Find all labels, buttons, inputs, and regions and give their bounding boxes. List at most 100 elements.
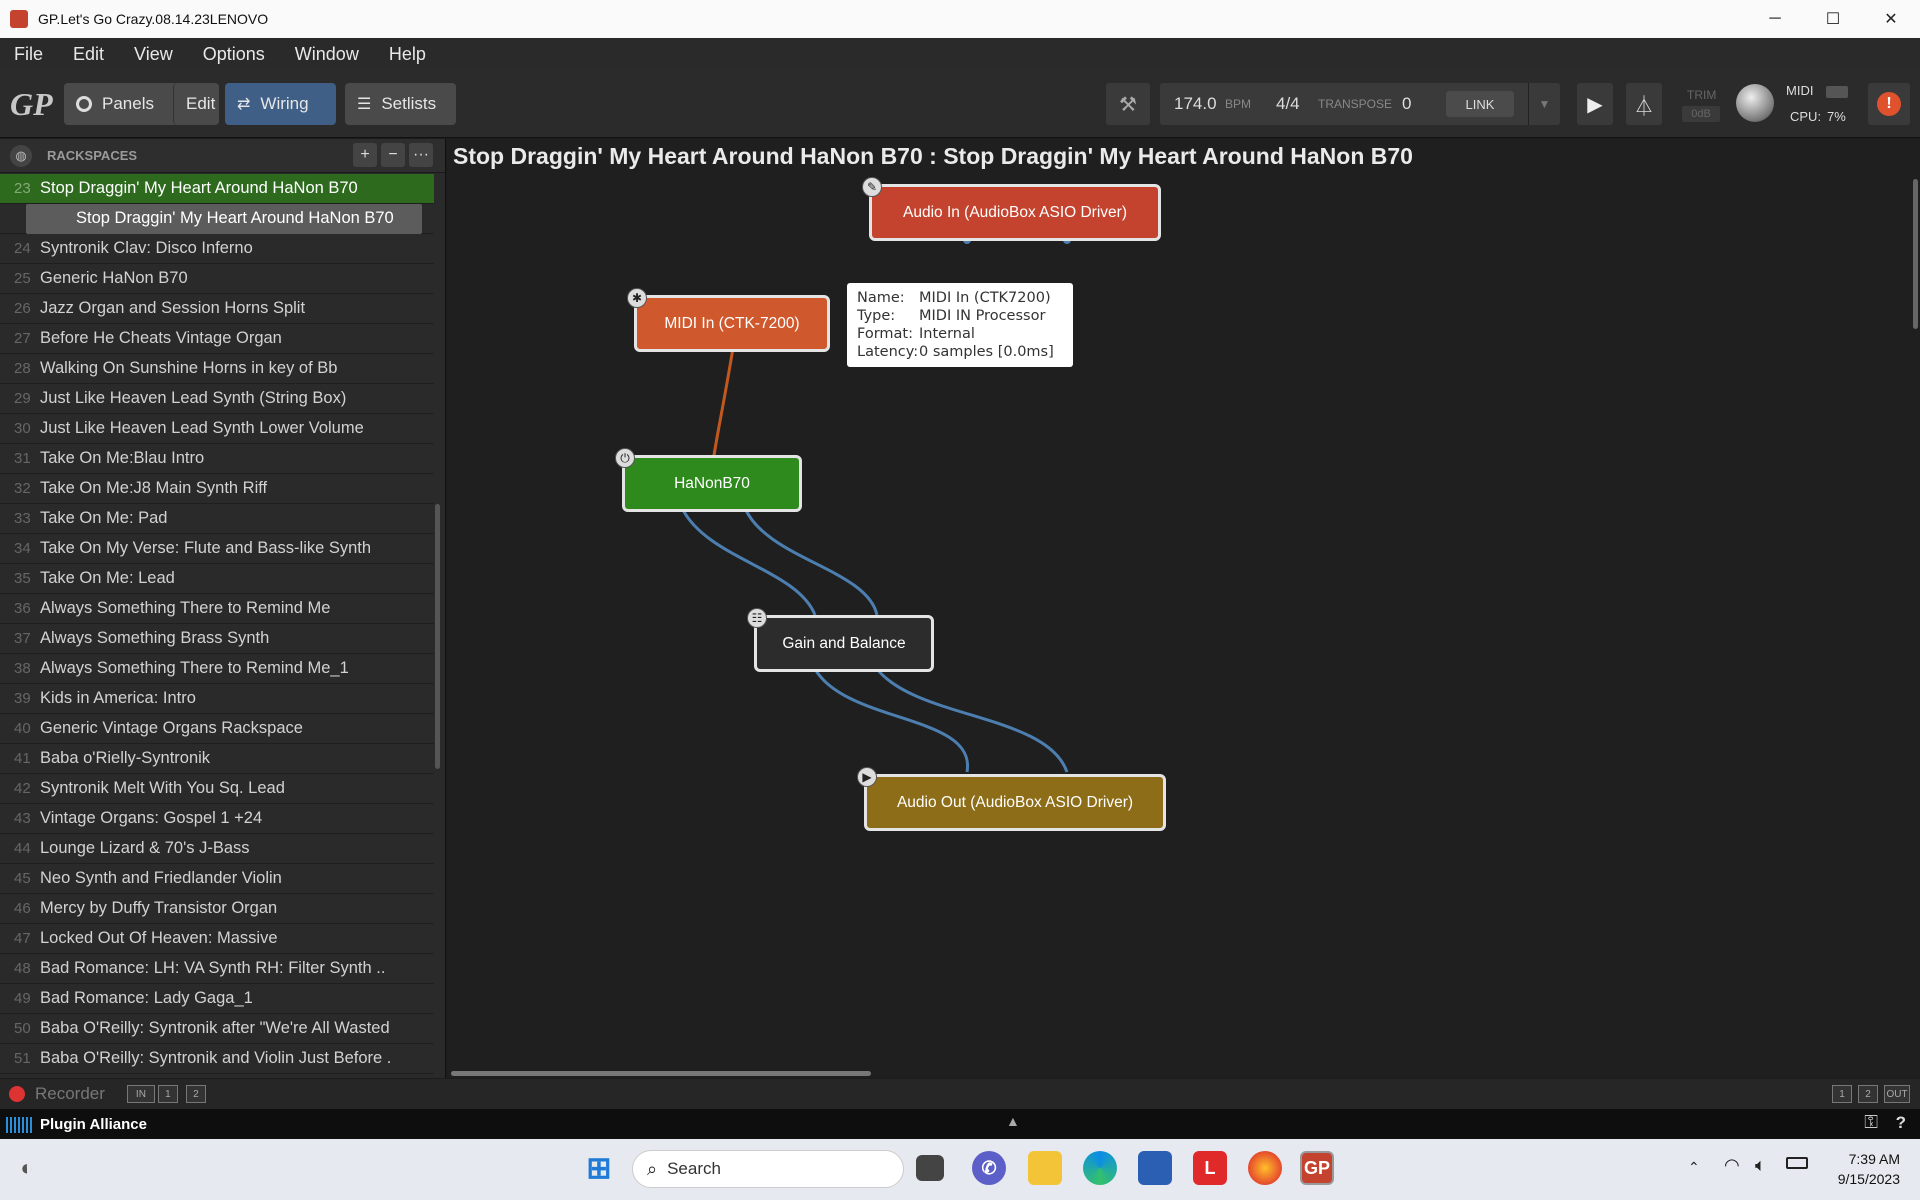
- gigperformer-logo[interactable]: GP: [8, 82, 54, 124]
- wiring-button[interactable]: ⇄ Wiring: [225, 83, 336, 125]
- rackspace-item[interactable]: 47 Locked Out Of Heaven: Massive: [0, 924, 434, 954]
- widgets-icon[interactable]: ◐: [10, 1151, 44, 1185]
- menu-edit[interactable]: Edit: [73, 44, 104, 65]
- rackspace-number: 51: [14, 1050, 31, 1067]
- rackspace-item[interactable]: 38 Always Something There to Remind Me_1: [0, 654, 434, 684]
- midi-in-node[interactable]: ✱ MIDI In (CTK-7200): [627, 288, 830, 352]
- rackspace-item[interactable]: 34 Take On My Verse: Flute and Bass-like …: [0, 534, 434, 564]
- plugin-alliance-logo[interactable]: Plugin Alliance: [6, 1116, 147, 1133]
- taskbar-clock[interactable]: 7:39 AM 9/15/2023: [1838, 1149, 1900, 1189]
- battery-icon[interactable]: [1786, 1157, 1808, 1169]
- menu-file[interactable]: File: [14, 44, 43, 65]
- warning-button[interactable]: !: [1868, 83, 1910, 125]
- mixer-icon[interactable]: ☷: [747, 608, 767, 628]
- output-channel-2[interactable]: 2: [1858, 1085, 1878, 1103]
- chevron-up-tray-icon[interactable]: ⌃: [1688, 1159, 1700, 1176]
- rackspace-item[interactable]: 40 Generic Vintage Organs Rackspace: [0, 714, 434, 744]
- rackspace-item[interactable]: 26 Jazz Organ and Session Horns Split: [0, 294, 434, 324]
- record-icon[interactable]: [9, 1086, 25, 1102]
- vertical-scrollbar[interactable]: [1913, 179, 1918, 329]
- horizontal-scrollbar[interactable]: [451, 1071, 871, 1076]
- input-channel-2[interactable]: 2: [185, 1085, 206, 1103]
- link-dropdown[interactable]: ▼: [1528, 83, 1560, 125]
- rackspace-item[interactable]: 41 Baba o'Rielly-Syntronik: [0, 744, 434, 774]
- menu-options[interactable]: Options: [203, 44, 265, 65]
- time-signature[interactable]: 4/4: [1276, 94, 1300, 114]
- taskbar-search-box[interactable]: ⌕ Search: [632, 1150, 904, 1188]
- rackspace-item[interactable]: 25 Generic HaNon B70: [0, 264, 434, 294]
- menu-window[interactable]: Window: [295, 44, 359, 65]
- edit-button[interactable]: Edit: [173, 83, 219, 125]
- chat-icon[interactable]: ✆: [972, 1151, 1006, 1185]
- key-icon[interactable]: ⚿: [1864, 1112, 1878, 1133]
- rackspace-item-selected[interactable]: 23 Stop Draggin' My Heart Around HaNon B…: [0, 174, 434, 204]
- master-volume-knob[interactable]: [1736, 84, 1774, 122]
- rackspace-number: 45: [14, 870, 31, 887]
- play-button[interactable]: ▶: [1577, 83, 1613, 125]
- speaker-icon[interactable]: ▶: [857, 767, 877, 787]
- input-channel-1[interactable]: 1: [157, 1085, 178, 1103]
- gigperformer-taskbar-icon[interactable]: GP: [1300, 1151, 1334, 1185]
- rackspace-item[interactable]: 39 Kids in America: Intro: [0, 684, 434, 714]
- setlists-button[interactable]: ☰ Setlists: [345, 83, 456, 125]
- rackspace-item[interactable]: 30 Just Like Heaven Lead Synth Lower Volu…: [0, 414, 434, 444]
- file-explorer-icon[interactable]: [1028, 1151, 1062, 1185]
- pencil-icon[interactable]: ✎: [862, 177, 882, 197]
- rackspace-item[interactable]: 50 Baba O'Reilly: Syntronik after "We're …: [0, 1014, 434, 1044]
- output-meter-out[interactable]: OUT: [1884, 1085, 1910, 1103]
- chevron-up-icon[interactable]: ▲: [1006, 1113, 1020, 1129]
- rackspace-item[interactable]: 35 Take On Me: Lead: [0, 564, 434, 594]
- audio-in-node[interactable]: ✎ Audio In (AudioBox ASIO Driver): [862, 177, 1161, 241]
- rackspace-item[interactable]: 37 Always Something Brass Synth: [0, 624, 434, 654]
- rackspace-item[interactable]: 49 Bad Romance: Lady Gaga_1: [0, 984, 434, 1014]
- midi-port-icon[interactable]: ✱: [627, 288, 647, 308]
- rackspace-item[interactable]: 46 Mercy by Duffy Transistor Organ: [0, 894, 434, 924]
- gain-balance-node[interactable]: ☷ Gain and Balance: [747, 608, 934, 672]
- rackspace-item[interactable]: 32 Take On Me:J8 Main Synth Riff: [0, 474, 434, 504]
- rackspace-item[interactable]: 42 Syntronik Melt With You Sq. Lead: [0, 774, 434, 804]
- rackspace-item[interactable]: 48 Bad Romance: LH: VA Synth RH: Filter S…: [0, 954, 434, 984]
- globe-icon[interactable]: ◍: [10, 144, 32, 167]
- rackspace-item[interactable]: 29 Just Like Heaven Lead Synth (String Bo…: [0, 384, 434, 414]
- rackspace-item[interactable]: 27 Before He Cheats Vintage Organ: [0, 324, 434, 354]
- minimize-button[interactable]: ─: [1746, 0, 1804, 38]
- audio-out-node[interactable]: ▶ Audio Out (AudioBox ASIO Driver): [857, 767, 1166, 831]
- hanon-b70-node[interactable]: ⏻ HaNonB70: [615, 448, 802, 512]
- close-button[interactable]: ✕: [1862, 0, 1920, 38]
- rackspace-item[interactable]: 24 Syntronik Clav: Disco Inferno: [0, 234, 434, 264]
- edge-icon[interactable]: [1083, 1151, 1117, 1185]
- metronome-button[interactable]: ⏃: [1626, 83, 1662, 125]
- rackspace-item[interactable]: 45 Neo Synth and Friedlander Violin: [0, 864, 434, 894]
- output-channel-1[interactable]: 1: [1832, 1085, 1852, 1103]
- transpose-value[interactable]: 0: [1402, 94, 1411, 114]
- rackspace-item[interactable]: 44 Lounge Lizard & 70's J-Bass: [0, 834, 434, 864]
- remove-rackspace-button[interactable]: −: [381, 143, 405, 167]
- bpm-value[interactable]: 174.0: [1174, 94, 1217, 114]
- trim-value-box[interactable]: 0dB: [1682, 106, 1720, 122]
- start-icon[interactable]: ⊞: [582, 1151, 616, 1185]
- help-button[interactable]: ?: [1896, 1113, 1906, 1133]
- add-rackspace-button[interactable]: +: [353, 143, 377, 167]
- tuner-button[interactable]: ⚒: [1106, 83, 1150, 125]
- sidebar-scrollbar[interactable]: [435, 504, 440, 769]
- rackspace-item[interactable]: 28 Walking On Sunshine Horns in key of Bb: [0, 354, 434, 384]
- lenovo-icon[interactable]: L: [1193, 1151, 1227, 1185]
- firefox-icon[interactable]: [1248, 1151, 1282, 1185]
- plugin-icon[interactable]: ⏻: [615, 448, 635, 468]
- rackspace-item[interactable]: 33 Take On Me: Pad: [0, 504, 434, 534]
- input-meter-in[interactable]: IN: [126, 1085, 155, 1103]
- task-view-icon[interactable]: [916, 1155, 944, 1181]
- rackspace-item[interactable]: 36 Always Something There to Remind Me: [0, 594, 434, 624]
- wifi-icon[interactable]: ◠: [1724, 1155, 1740, 1176]
- menu-help[interactable]: Help: [389, 44, 426, 65]
- link-button[interactable]: LINK: [1446, 91, 1514, 117]
- rackspace-item[interactable]: 31 Take On Me:Blau Intro: [0, 444, 434, 474]
- store-icon[interactable]: [1138, 1151, 1172, 1185]
- rackspace-item[interactable]: 43 Vintage Organs: Gospel 1 +24: [0, 804, 434, 834]
- variation-item-selected[interactable]: Stop Draggin' My Heart Around HaNon B70: [26, 203, 422, 234]
- volume-icon[interactable]: 🔈︎: [1755, 1155, 1766, 1176]
- more-options-button[interactable]: ···: [409, 143, 433, 167]
- maximize-button[interactable]: ☐: [1804, 0, 1862, 38]
- menu-view[interactable]: View: [134, 44, 173, 65]
- rackspace-item[interactable]: 51 Baba O'Reilly: Syntronik and Violin Ju…: [0, 1044, 434, 1074]
